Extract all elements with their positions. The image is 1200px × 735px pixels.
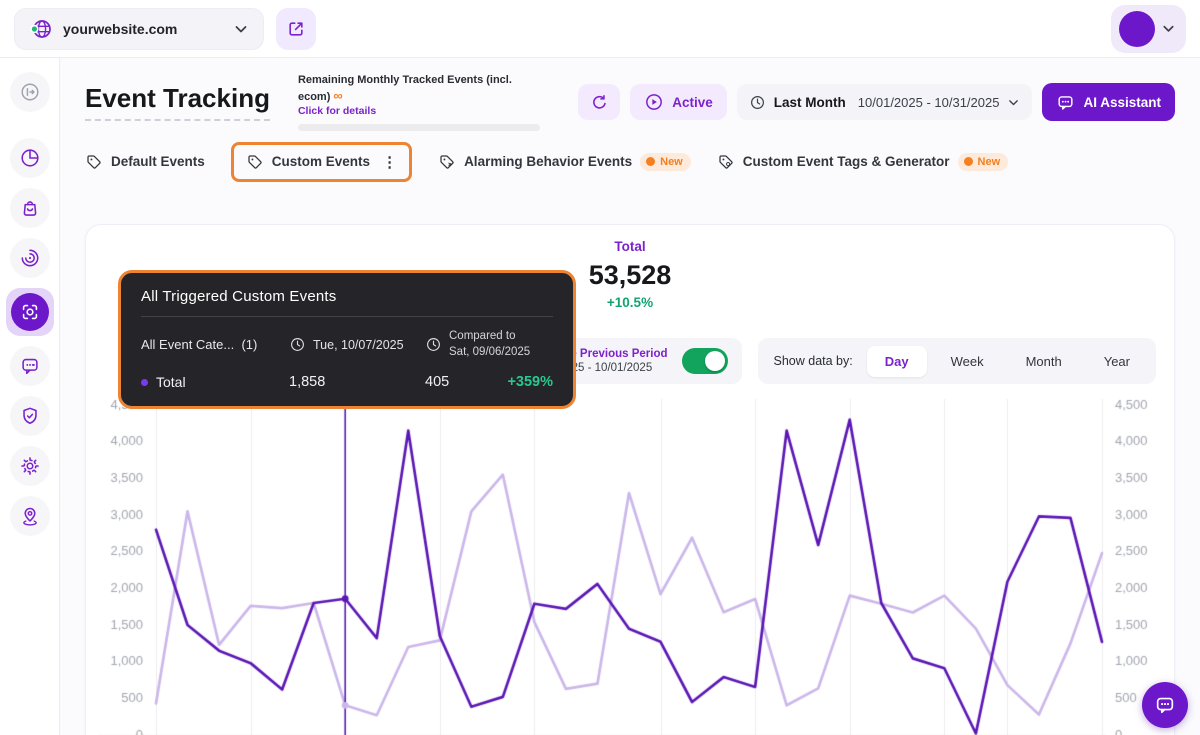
settings-gear-icon [19,455,41,477]
tab-default-events[interactable]: Default Events [85,145,205,179]
chart-tooltip: All Triggered Custom Events All Event Ca… [118,270,576,409]
header-actions: Active Last Month 10/01/2025 - 10/31/202… [578,83,1175,121]
avatar [1119,11,1155,47]
sidebar-item-feedback[interactable] [10,346,50,386]
tab-alarming-behavior-events[interactable]: Alarming Behavior Events New [438,145,691,179]
granularity-month[interactable]: Month [1008,346,1080,377]
tooltip-change: +359% [507,374,553,390]
events-line-chart[interactable] [86,393,1174,735]
site-name: yourwebsite.com [63,21,223,37]
open-site-button[interactable] [276,8,316,50]
event-tracking-target-icon [19,301,41,323]
remaining-events-label: Remaining Monthly Tracked Events (incl. … [298,74,540,105]
shield-check-icon [19,405,41,427]
chart-controls: Compare Previous Period 08/31/2025 - 10/… [513,338,1156,384]
sidebar-item-settings[interactable] [10,446,50,486]
click-for-details-link[interactable]: Click for details [298,105,540,117]
tooltip-category: All Event Cate... (1) [141,337,289,352]
show-data-by-label: Show data by: [774,354,853,368]
tag-generator-icon [717,153,735,171]
sidebar-item-dashboard[interactable] [10,138,50,178]
tab-label: Custom Events [272,154,370,169]
refresh-icon [590,93,609,112]
tooltip-previous-value: 405 [425,374,507,390]
period-label: Last Month [774,95,846,110]
location-pin-icon [19,505,41,527]
total-label: Total [86,239,1174,254]
granularity-year[interactable]: Year [1086,346,1148,377]
tab-label: Custom Event Tags & Generator [743,154,950,169]
tag-alert-icon [438,153,456,171]
sidebar-item-event-tracking[interactable] [6,288,54,336]
site-selector[interactable]: yourwebsite.com [14,8,264,50]
remaining-events-widget: Remaining Monthly Tracked Events (incl. … [298,74,540,131]
new-badge: New [640,153,691,171]
main-content: Event Tracking Remaining Monthly Tracked… [60,58,1200,735]
infinity-icon: ∞ [333,88,342,103]
globe-icon [29,17,53,41]
period-range: 10/01/2025 - 10/31/2025 [858,95,1000,110]
granularity-week[interactable]: Week [933,346,1002,377]
page-header: Event Tracking Remaining Monthly Tracked… [60,58,1200,131]
status-active-label: Active [672,95,713,110]
page-title: Event Tracking [85,83,270,121]
tooltip-series: Total [141,374,289,390]
granularity-day[interactable]: Day [867,346,927,377]
chevron-down-icon [233,21,249,37]
external-link-icon [286,19,306,39]
sidebar-item-geolocation[interactable] [10,496,50,536]
ai-chat-icon [1056,93,1075,112]
compare-toggle[interactable] [682,348,728,374]
granularity-selector: Show data by: Day Week Month Year [758,338,1157,384]
radar-icon [19,247,41,269]
ai-assistant-button[interactable]: AI Assistant [1042,83,1175,121]
date-range-selector[interactable]: Last Month 10/01/2025 - 10/31/2025 [737,84,1033,120]
collapse-arrow-icon [19,81,41,103]
support-chat-button[interactable] [1142,682,1188,728]
series-color-dot [141,379,148,386]
new-badge-dot [964,157,973,166]
tooltip-current-value: 1,858 [289,374,425,390]
play-circle-icon [644,92,664,112]
events-chart-card: Total 53,528 +10.5% Compare Previous Per… [85,224,1175,735]
tab-label: Default Events [111,154,205,169]
new-badge-dot [646,157,655,166]
chat-widget-icon [1154,694,1176,716]
tooltip-date: Tue, 10/07/2025 [289,336,425,353]
sidebar [0,58,60,735]
sidebar-item-ecommerce[interactable] [10,188,50,228]
sidebar-item-behavior[interactable] [10,238,50,278]
chat-bubble-icon [19,355,41,377]
tab-options-menu-icon[interactable]: ⋮ [382,153,397,171]
tag-icon [85,153,103,171]
remaining-events-progress-bar [298,124,540,131]
event-tabs: Default Events Custom Events ⋮ Alarming … [60,131,1200,183]
chevron-down-icon [1007,96,1020,109]
ai-assistant-label: AI Assistant [1083,95,1161,110]
shopping-bag-icon [19,197,41,219]
new-badge: New [958,153,1009,171]
refresh-button[interactable] [578,84,620,120]
account-menu[interactable] [1111,5,1186,53]
tab-label: Alarming Behavior Events [464,154,632,169]
tooltip-title: All Triggered Custom Events [141,288,553,305]
sidebar-item-security[interactable] [10,396,50,436]
clock-icon [749,94,766,111]
tooltip-divider [141,316,553,317]
clock-icon [289,336,306,353]
tab-custom-event-tags-generator[interactable]: Custom Event Tags & Generator New [717,145,1008,179]
tab-custom-events[interactable]: Custom Events ⋮ [231,142,412,182]
toggle-knob [705,351,725,371]
sidebar-collapse-button[interactable] [10,72,50,112]
top-bar: yourwebsite.com [0,0,1200,58]
tag-icon [246,153,264,171]
clock-icon [425,336,442,353]
chevron-down-icon [1161,21,1176,36]
pie-chart-icon [19,147,41,169]
tooltip-compared: Compared toSat, 09/06/2025 [425,329,553,360]
status-active-button[interactable]: Active [630,84,727,120]
